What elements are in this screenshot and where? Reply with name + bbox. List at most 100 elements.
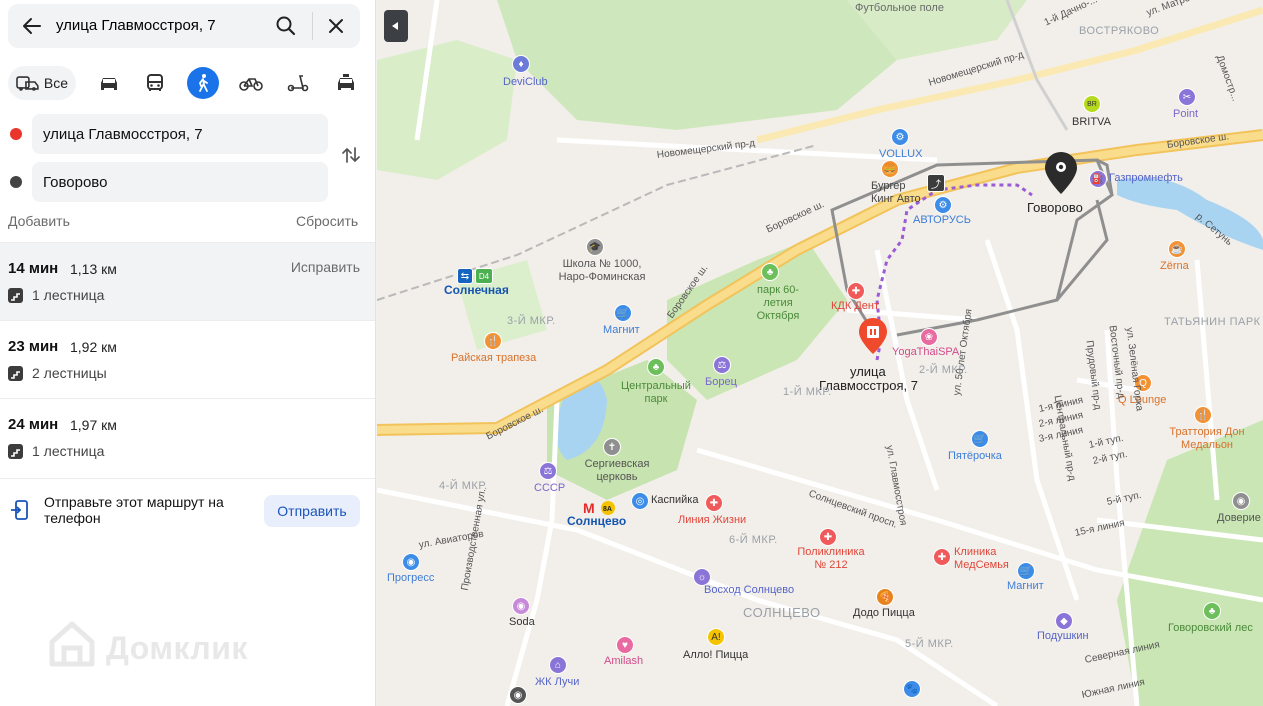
dental-icon[interactable]: ✚ bbox=[847, 282, 865, 300]
search-query[interactable]: улица Главмосстроя, 7 bbox=[56, 17, 216, 34]
poi-label: Райская трапеза bbox=[451, 352, 537, 364]
route-option-1[interactable]: 14 мин 1,13 км Исправить 1 лестница bbox=[0, 242, 375, 320]
poi-label: КДК Дент bbox=[831, 300, 880, 312]
poi-label: Бургер Кинг Авто bbox=[871, 180, 921, 205]
clinic-icon[interactable]: ✚ bbox=[705, 494, 723, 512]
route-stairs: 1 лестница bbox=[32, 287, 105, 303]
pyaterochka-icon[interactable]: 🛒 bbox=[971, 430, 989, 448]
zhk-icon[interactable]: ⌂ bbox=[549, 656, 567, 674]
poi-label: АВТОРУСЬ bbox=[913, 214, 971, 226]
cafe-icon[interactable]: ☕ bbox=[1168, 240, 1186, 258]
poi-label: Траттория Дон Медальон bbox=[1169, 426, 1245, 451]
misc-poi-icon[interactable]: ◉ bbox=[509, 686, 527, 704]
destination-pin-icon[interactable] bbox=[1043, 150, 1079, 196]
mode-walk-button[interactable] bbox=[187, 67, 219, 99]
close-icon[interactable] bbox=[324, 14, 348, 38]
route-distance: 1,92 км bbox=[70, 339, 117, 355]
origin-label: Главмосстроя, 7 bbox=[819, 378, 918, 393]
central-park-icon[interactable]: ♣ bbox=[647, 358, 665, 376]
restaurant-icon[interactable]: 🍴 bbox=[484, 332, 502, 350]
d4-line-icon[interactable]: D4 bbox=[475, 268, 493, 284]
route-option-3[interactable]: 24 мин 1,97 км 1 лестница bbox=[0, 398, 375, 476]
mode-scooter-button[interactable] bbox=[281, 66, 315, 100]
mode-taxi-button[interactable] bbox=[329, 66, 363, 100]
magnit-2-icon[interactable]: 🛒 bbox=[1017, 562, 1035, 580]
search-icon[interactable] bbox=[274, 14, 298, 38]
northern-park bbox=[497, 0, 897, 130]
scissors-icon[interactable]: ✂ bbox=[1178, 88, 1196, 106]
soda-icon[interactable]: ◉ bbox=[512, 597, 530, 615]
back-arrow-icon[interactable] bbox=[20, 14, 44, 38]
search-bar[interactable]: улица Главмосстроя, 7 bbox=[8, 4, 360, 48]
car-service-icon[interactable]: ⚙ bbox=[891, 128, 909, 146]
doverie-icon[interactable]: ◉ bbox=[1232, 492, 1250, 510]
destination-field[interactable]: Говорово bbox=[32, 162, 328, 202]
gas-station-icon[interactable]: ⛽ bbox=[1089, 170, 1107, 188]
poi-label: Футбольное поле bbox=[855, 2, 944, 14]
route-time: 23 мин bbox=[8, 338, 59, 355]
globe-icon[interactable]: ◎ bbox=[631, 492, 649, 510]
reset-link[interactable]: Сбросить bbox=[296, 213, 358, 229]
map-canvas[interactable]: Говорово улица Главмосстроя, 7 ⤴ ♦ DeviC… bbox=[377, 0, 1263, 706]
mode-bus-button[interactable] bbox=[138, 66, 172, 100]
mode-bicycle-button[interactable] bbox=[234, 66, 268, 100]
stairs-icon bbox=[8, 366, 23, 381]
send-to-phone-text: Отправьте этот маршрут на телефон bbox=[44, 494, 224, 526]
devi-club-icon[interactable]: ♦ bbox=[512, 55, 530, 73]
send-button[interactable]: Отправить bbox=[264, 495, 360, 527]
stairs-icon bbox=[8, 444, 23, 459]
stairs-marker-icon: ⤴ bbox=[927, 174, 945, 192]
send-to-phone-block: Отправьте этот маршрут на телефон Отправ… bbox=[0, 478, 375, 542]
add-point-link[interactable]: Добавить bbox=[8, 213, 70, 229]
poi-label: ЖК Лучи bbox=[535, 676, 580, 688]
district-label: ВОСТРЯКОВО bbox=[1079, 25, 1160, 37]
route-option-2[interactable]: 23 мин 1,92 км 2 лестницы bbox=[0, 320, 375, 398]
poi-label: YogaThaiSPA bbox=[892, 346, 960, 358]
svg-text:8A: 8A bbox=[603, 506, 612, 513]
magnit-icon[interactable]: 🛒 bbox=[614, 304, 632, 322]
district-label: СОЛНЦЕВО bbox=[743, 605, 821, 620]
destination-dot bbox=[10, 176, 22, 188]
gym-icon[interactable]: ⚖ bbox=[713, 356, 731, 374]
poi-label: СССР bbox=[534, 482, 566, 494]
polyclinic-icon[interactable]: ✚ bbox=[819, 528, 837, 546]
route-stairs: 1 лестница bbox=[32, 443, 105, 459]
district-label: 3-Й МКР. bbox=[507, 315, 556, 327]
school-icon[interactable]: 🎓 bbox=[586, 238, 604, 256]
church-icon[interactable]: ✝ bbox=[603, 438, 621, 456]
amilash-icon[interactable]: ♥ bbox=[616, 636, 634, 654]
watermark-text: Домклик bbox=[106, 630, 248, 666]
fix-route-link[interactable]: Исправить bbox=[291, 259, 360, 275]
poi-label: Доверие bbox=[1217, 512, 1261, 524]
pizza-icon[interactable]: 🍕 bbox=[876, 588, 894, 606]
progress-icon[interactable]: ◉ bbox=[402, 553, 420, 571]
mode-car-button[interactable] bbox=[92, 66, 126, 100]
poi-label: Каспийка bbox=[651, 494, 699, 506]
search-divider bbox=[312, 12, 313, 40]
mode-all-button[interactable]: Все bbox=[8, 66, 76, 100]
origin-label-line1: улица bbox=[850, 364, 886, 379]
spa-icon[interactable]: ❀ bbox=[920, 328, 938, 346]
destination-label: Говорово bbox=[1027, 200, 1083, 215]
forest-icon[interactable]: ♣ bbox=[1203, 602, 1221, 620]
collapse-panel-button[interactable] bbox=[384, 10, 408, 42]
trattoria-icon[interactable]: 🍴 bbox=[1194, 406, 1212, 424]
domclick-watermark: Домклик bbox=[46, 618, 286, 674]
medsemya-icon[interactable]: ✚ bbox=[933, 548, 951, 566]
origin-field[interactable]: улица Главмосстроя, 7 bbox=[32, 114, 328, 154]
allo-pizza-icon[interactable]: A! bbox=[707, 628, 725, 646]
car-dealer-icon[interactable]: ⚙ bbox=[934, 196, 952, 214]
park-icon[interactable]: ♣ bbox=[761, 263, 779, 281]
sport-icon[interactable]: ⚖ bbox=[539, 462, 557, 480]
car-icon bbox=[101, 78, 117, 90]
rail-station-icon[interactable]: ⇆ bbox=[457, 268, 473, 284]
pillow-icon[interactable]: ◆ bbox=[1055, 612, 1073, 630]
burger-icon[interactable]: 🍔 bbox=[881, 160, 899, 178]
origin-pin-icon[interactable] bbox=[857, 316, 889, 356]
bicycle-icon bbox=[239, 78, 263, 91]
stairs-icon bbox=[8, 288, 23, 303]
swap-icon[interactable] bbox=[340, 144, 362, 166]
poi-label: Додо Пицца bbox=[853, 607, 915, 619]
pet-icon[interactable]: 🐾 bbox=[903, 680, 921, 698]
britva-icon[interactable]: BR bbox=[1083, 95, 1101, 113]
